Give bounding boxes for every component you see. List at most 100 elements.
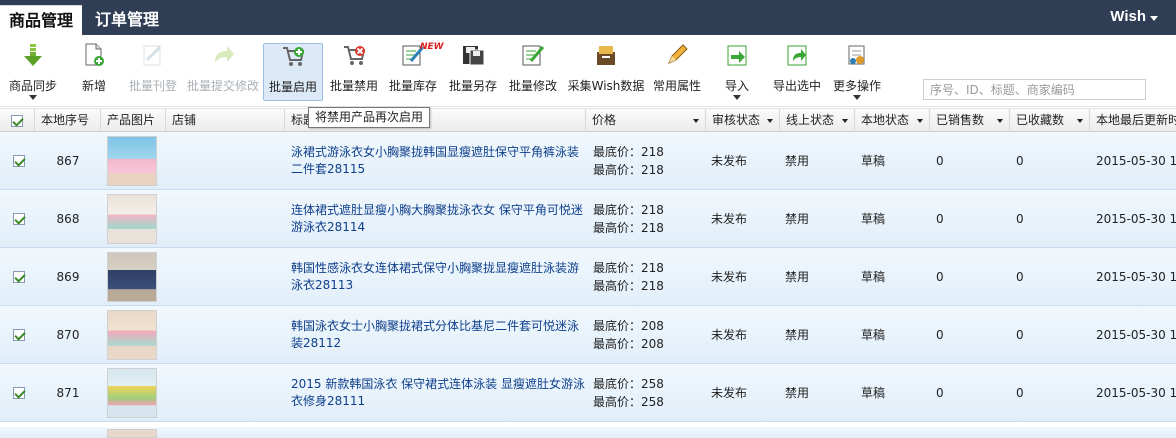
row-local-id: 871 bbox=[56, 385, 80, 400]
product-thumbnail[interactable] bbox=[107, 429, 157, 438]
min-price-label: 最底价： bbox=[593, 318, 642, 333]
col-online-status-label: 线上状态 bbox=[786, 113, 835, 127]
table-row[interactable]: 867 泳裙式游泳衣女小胸聚拢韩国显瘦遮肚保守平角裤泳装二件套28115 最底价… bbox=[0, 132, 1176, 190]
min-price: 218 bbox=[641, 202, 664, 217]
max-price: 208 bbox=[641, 336, 664, 351]
batch-disable-button[interactable]: 批量禁用 bbox=[328, 43, 380, 101]
review-status: 未发布 bbox=[711, 212, 748, 226]
sold-count: 0 bbox=[936, 385, 944, 400]
col-local-status[interactable]: 本地状态 bbox=[855, 109, 930, 132]
product-title-link[interactable]: 韩国泳衣女士小胸聚拢裙式分体比基尼二件套可悦迷泳装28112 bbox=[291, 306, 587, 363]
min-price-label: 最底价： bbox=[593, 202, 642, 217]
favorited-count: 0 bbox=[1016, 327, 1024, 342]
select-all-cell bbox=[0, 109, 35, 132]
publish-icon bbox=[141, 43, 165, 67]
col-review-status[interactable]: 审核状态 bbox=[706, 109, 780, 132]
table-row[interactable]: 870 韩国泳衣女士小胸聚拢裙式分体比基尼二件套可悦迷泳装28112 最底价：2… bbox=[0, 306, 1176, 364]
min-price: 208 bbox=[641, 318, 664, 333]
product-thumbnail[interactable] bbox=[107, 309, 157, 360]
collect-data-icon bbox=[594, 43, 618, 67]
collect-wish-data-button[interactable]: 采集Wish数据 bbox=[566, 43, 646, 101]
col-store[interactable]: 店铺 bbox=[166, 109, 285, 132]
table-row[interactable]: 868 连体裙式遮肚显瘦小胸大胸聚拢泳衣女 保守平角可悦迷游泳衣28114 最底… bbox=[0, 190, 1176, 248]
col-online-status[interactable]: 线上状态 bbox=[780, 109, 855, 132]
search-input[interactable] bbox=[924, 80, 1145, 99]
product-title-link[interactable]: 连体裙式遮肚显瘦小胸大胸聚拢泳衣女 保守平角可悦迷游泳衣28114 bbox=[291, 190, 587, 247]
product-thumbnail[interactable] bbox=[107, 367, 157, 418]
row-checkbox[interactable] bbox=[13, 154, 25, 167]
local-status: 草稿 bbox=[861, 212, 886, 226]
pencil-icon bbox=[665, 43, 689, 67]
chevron-down-icon[interactable] bbox=[693, 119, 699, 123]
last-updated: 2015-05-30 17 bbox=[1096, 327, 1176, 342]
toolbar: 商品同步 新增 批量刊登 批量提交修改 批量启用 批量禁用 批量库存 NEW 批… bbox=[0, 35, 1176, 107]
add-product-button[interactable]: 新增 bbox=[72, 43, 116, 101]
online-status: 禁用 bbox=[785, 328, 810, 342]
review-status: 未发布 bbox=[711, 386, 748, 400]
max-price: 218 bbox=[641, 220, 664, 235]
row-checkbox[interactable] bbox=[13, 328, 25, 341]
table-row[interactable]: 871 2015 新款韩国泳衣 保守裙式连体泳装 显瘦遮肚女游泳衣修身28111… bbox=[0, 364, 1176, 422]
price-cell: 最底价：258 最高价：258 bbox=[593, 364, 701, 421]
product-title-link[interactable]: 2015 新款韩国泳衣 保守裙式连体泳装 显瘦遮肚女游泳衣修身28111 bbox=[291, 364, 587, 421]
chevron-down-icon[interactable] bbox=[1150, 16, 1158, 21]
table-row[interactable]: 869 韩国性感泳衣女连体裙式保守小胸聚拢显瘦遮肚泳装游泳衣28113 最底价：… bbox=[0, 248, 1176, 306]
sync-products-button[interactable]: 商品同步 bbox=[4, 43, 62, 101]
col-last-updated[interactable]: 本地最后更新时 bbox=[1090, 109, 1176, 132]
table-row[interactable] bbox=[0, 427, 1176, 438]
row-checkbox[interactable] bbox=[13, 386, 25, 399]
col-review-status-label: 审核状态 bbox=[712, 113, 761, 127]
brand-menu[interactable]: Wish bbox=[1110, 8, 1146, 25]
chevron-down-icon[interactable] bbox=[842, 119, 848, 123]
last-updated: 2015-05-30 17 bbox=[1096, 153, 1176, 168]
product-thumbnail[interactable] bbox=[107, 251, 157, 302]
online-status: 禁用 bbox=[785, 212, 810, 226]
batch-publish-button[interactable]: 批量刊登 bbox=[126, 43, 180, 101]
batch-save-as-button[interactable]: 批量另存 bbox=[448, 43, 498, 101]
batch-edit-button[interactable]: 批量修改 bbox=[508, 43, 558, 101]
tooltip: 将禁用产品再次启用 bbox=[308, 107, 431, 128]
chevron-down-icon[interactable] bbox=[767, 119, 773, 123]
chevron-down-icon[interactable] bbox=[917, 119, 923, 123]
tab-products[interactable]: 商品管理 bbox=[0, 5, 82, 35]
product-thumbnail[interactable] bbox=[107, 135, 157, 186]
chevron-down-icon[interactable] bbox=[733, 95, 741, 100]
col-favorited[interactable]: 已收藏数 bbox=[1010, 109, 1090, 132]
favorited-count: 0 bbox=[1016, 211, 1024, 226]
review-status: 未发布 bbox=[711, 270, 748, 284]
price-cell: 最底价：208 最高价：208 bbox=[593, 306, 701, 363]
search-field[interactable] bbox=[923, 79, 1146, 100]
import-button[interactable]: 导入 bbox=[718, 43, 756, 101]
row-local-id: 868 bbox=[56, 211, 80, 226]
product-title-link[interactable]: 泳裙式游泳衣女小胸聚拢韩国显瘦遮肚保守平角裤泳装二件套28115 bbox=[291, 132, 587, 189]
save-floppy-icon bbox=[461, 43, 485, 67]
product-title-link[interactable]: 韩国性感泳衣女连体裙式保守小胸聚拢显瘦遮肚泳装游泳衣28113 bbox=[291, 248, 587, 305]
tab-orders[interactable]: 订单管理 bbox=[95, 5, 159, 35]
row-checkbox[interactable] bbox=[13, 270, 25, 283]
chevron-down-icon[interactable] bbox=[29, 95, 37, 100]
row-checkbox[interactable] bbox=[13, 212, 25, 225]
batch-enable-button[interactable]: 批量启用 bbox=[263, 43, 323, 101]
common-attributes-button[interactable]: 常用属性 bbox=[652, 43, 702, 101]
table-header: 本地序号 产品图片 店铺 标题 价格 审核状态 线上状态 本地状态 已销售数 已… bbox=[0, 108, 1176, 132]
import-icon bbox=[725, 43, 749, 67]
product-thumbnail[interactable] bbox=[107, 193, 157, 244]
batch-edit-icon bbox=[521, 43, 545, 67]
local-status: 草稿 bbox=[861, 154, 886, 168]
chevron-down-icon[interactable] bbox=[997, 119, 1003, 123]
more-actions-button[interactable]: 更多操作 bbox=[832, 43, 882, 101]
chevron-down-icon[interactable] bbox=[1077, 119, 1083, 123]
batch-submit-changes-button[interactable]: 批量提交修改 bbox=[186, 43, 260, 101]
chevron-down-icon[interactable] bbox=[853, 95, 861, 100]
col-price[interactable]: 价格 bbox=[586, 109, 706, 132]
col-price-label: 价格 bbox=[592, 113, 617, 127]
cart-disable-icon bbox=[342, 43, 366, 67]
submit-arrow-icon bbox=[211, 43, 235, 67]
col-local-id[interactable]: 本地序号 bbox=[35, 109, 101, 132]
cart-enable-icon bbox=[281, 44, 305, 68]
max-price: 218 bbox=[641, 278, 664, 293]
select-all-checkbox[interactable] bbox=[11, 114, 23, 127]
favorited-count: 0 bbox=[1016, 269, 1024, 284]
col-sold[interactable]: 已销售数 bbox=[930, 109, 1010, 132]
export-selected-button[interactable]: 导出选中 bbox=[770, 43, 824, 101]
